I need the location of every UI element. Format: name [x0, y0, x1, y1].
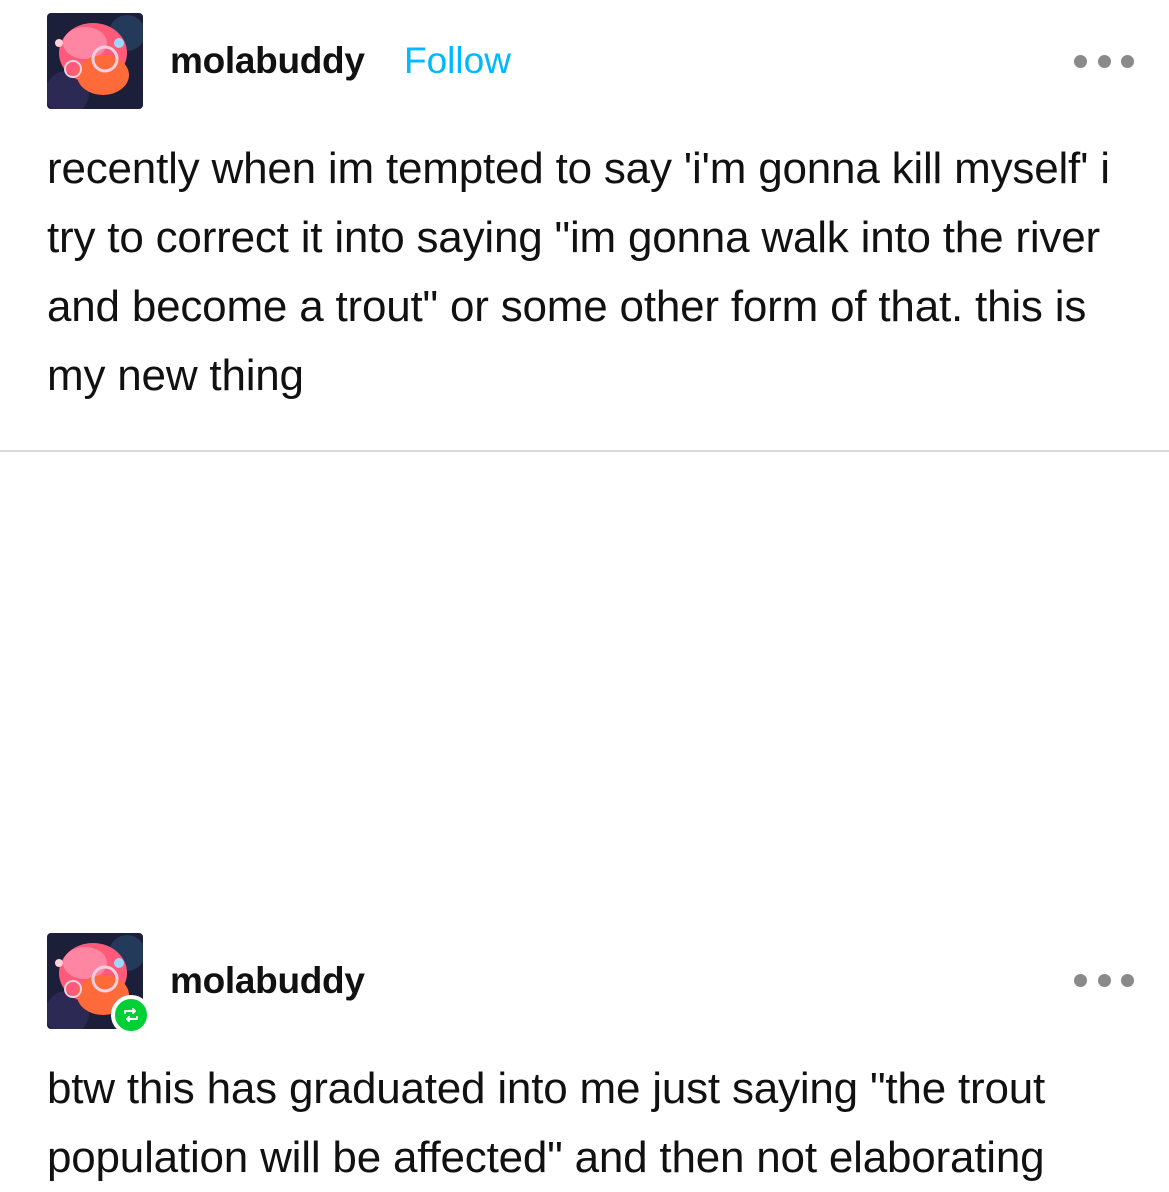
follow-button[interactable]: Follow — [404, 40, 511, 82]
reblog-icon-glyph — [124, 1008, 138, 1022]
dot — [1121, 973, 1134, 987]
avatar[interactable] — [47, 933, 151, 1035]
avatar[interactable] — [47, 13, 143, 109]
more-options-icon[interactable] — [1074, 970, 1134, 990]
dot — [1121, 54, 1134, 68]
post: molabuddy Follow recently when im tempte… — [0, 0, 1169, 452]
dot — [1074, 973, 1087, 987]
post: molabuddy btw this has graduated into me… — [0, 452, 1169, 1182]
dot — [1074, 54, 1087, 68]
avatar-image — [47, 13, 143, 109]
dot — [1097, 54, 1111, 68]
post-text: recently when im tempted to say 'i'm gon… — [47, 144, 1110, 400]
post-text: btw this has graduated into me just sayi… — [47, 1064, 1046, 1182]
username[interactable]: molabuddy — [170, 40, 365, 82]
dot — [1097, 973, 1111, 987]
reblog-icon — [111, 995, 151, 1035]
username[interactable]: molabuddy — [170, 960, 365, 1002]
more-options-icon[interactable] — [1074, 51, 1134, 71]
